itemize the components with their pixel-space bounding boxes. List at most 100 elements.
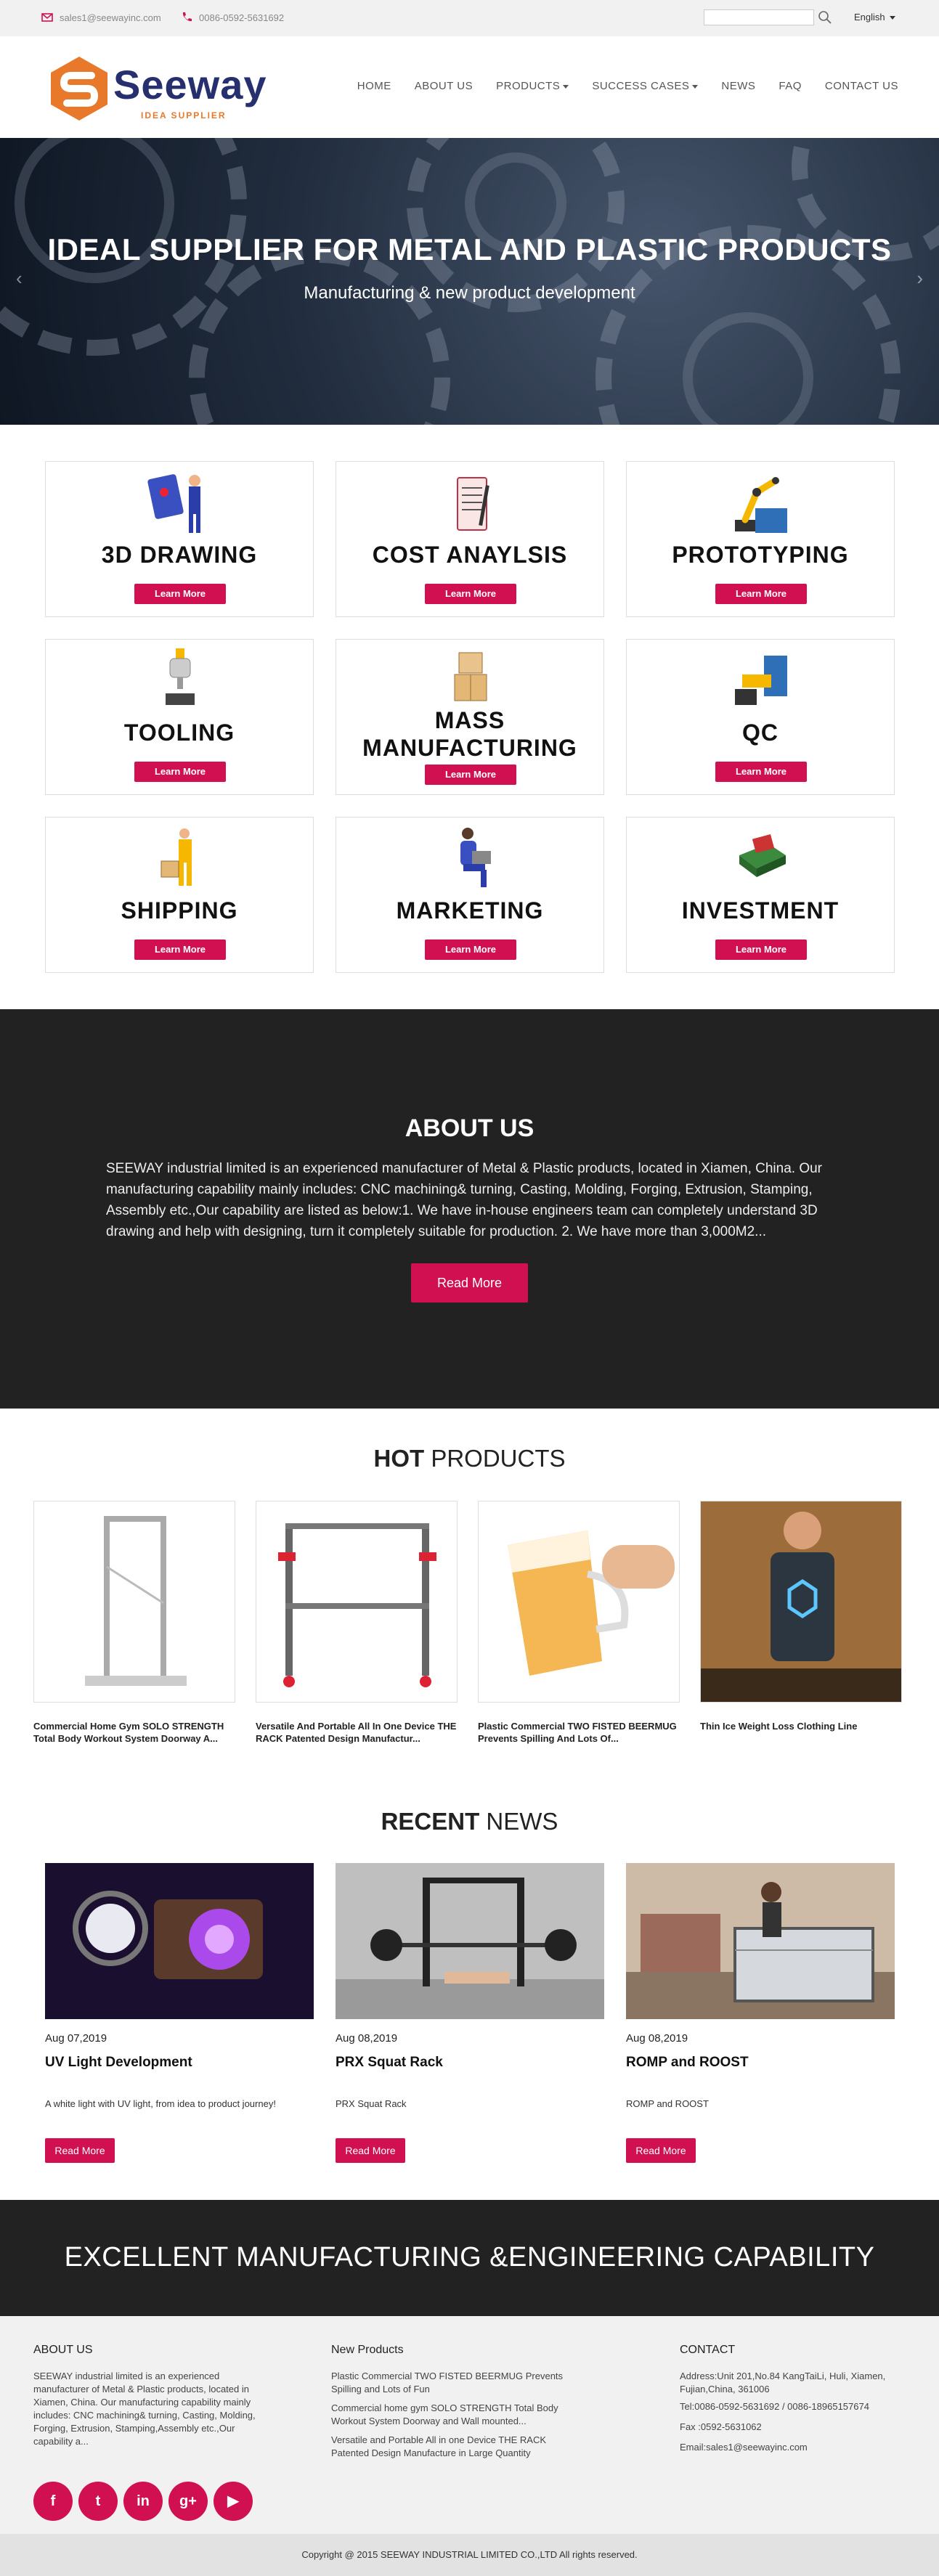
footer-about: ABOUT US SEEWAY industrial limited is an… — [33, 2344, 259, 2448]
about-read-more-button[interactable]: Read More — [411, 1263, 528, 1303]
learn-more-button[interactable]: Learn More — [425, 584, 516, 604]
news-date: Aug 08,2019 — [336, 2032, 398, 2045]
nav-home-label: HOME — [357, 80, 391, 92]
service-title: PROTOTYPING — [672, 542, 849, 568]
product-name[interactable]: Plastic Commercial TWO FISTED BEERMUG Pr… — [478, 1720, 680, 1745]
nav-success-cases[interactable]: SUCCESS CASES — [580, 71, 710, 101]
product-card[interactable]: Plastic Commercial TWO FISTED BEERMUG Pr… — [478, 1501, 680, 1745]
service-title: COST ANAYLSIS — [372, 542, 568, 568]
home-gym-image — [85, 1516, 187, 1686]
search-input[interactable] — [704, 9, 814, 25]
site-logo[interactable]: Seeway IDEA SUPPLIER — [49, 52, 267, 125]
news-image[interactable] — [45, 1863, 314, 2019]
learn-more-button[interactable]: Learn More — [134, 939, 226, 960]
beer-mug-image — [508, 1530, 675, 1676]
learn-more-button[interactable]: Learn More — [425, 939, 516, 960]
capability-banner-text: EXCELLENT MANUFACTURING &ENGINEERING CAP… — [64, 2242, 875, 2273]
hero-next-arrow[interactable]: › — [916, 267, 923, 290]
rack-image — [278, 1523, 436, 1687]
youtube-icon[interactable]: ▶ — [214, 2482, 253, 2521]
learn-more-button[interactable]: Learn More — [134, 762, 226, 782]
news-title[interactable]: UV Light Development — [45, 2055, 314, 2071]
squat-rack-image — [336, 1863, 604, 2019]
about-section: ABOUT US SEEWAY industrial limited is an… — [0, 1009, 939, 1409]
learn-more-button[interactable]: Learn More — [715, 584, 807, 604]
service-card[interactable]: COST ANAYLSIS Learn More — [336, 461, 604, 617]
service-title: INVESTMENT — [681, 897, 840, 924]
learn-more-button[interactable]: Learn More — [134, 584, 226, 604]
nav-faq[interactable]: FAQ — [767, 71, 813, 101]
twitter-icon[interactable]: t — [78, 2482, 118, 2521]
service-card[interactable]: SHIPPING Learn More — [45, 817, 314, 973]
news-card: Aug 08,2019 PRX Squat Rack PRX Squat Rac… — [336, 1863, 604, 2163]
footer-product-link[interactable]: Versatile and Portable All in one Device… — [331, 2434, 564, 2460]
product-image[interactable] — [33, 1501, 235, 1703]
learn-more-button[interactable]: Learn More — [715, 939, 807, 960]
service-card[interactable]: 3D DRAWING Learn More — [45, 461, 314, 617]
facebook-icon[interactable]: f — [33, 2482, 73, 2521]
site-header: Seeway IDEA SUPPLIER HOME ABOUT US PRODU… — [0, 36, 939, 138]
product-card[interactable]: Thin Ice Weight Loss Clothing Line — [700, 1501, 902, 1732]
news-image[interactable] — [336, 1863, 604, 2019]
product-card[interactable]: Commercial Home Gym SOLO STRENGTH Total … — [33, 1501, 235, 1745]
product-image[interactable] — [256, 1501, 458, 1703]
top-phone[interactable]: 0086-0592-5631692 — [180, 11, 284, 24]
nav-about-us[interactable]: ABOUT US — [403, 71, 484, 101]
footer-product-link[interactable]: Plastic Commercial TWO FISTED BEERMUG Pr… — [331, 2370, 564, 2396]
product-card[interactable]: Versatile And Portable All In One Device… — [256, 1501, 458, 1745]
product-name[interactable]: Thin Ice Weight Loss Clothing Line — [700, 1720, 902, 1732]
top-email[interactable]: sales1@seewayinc.com — [41, 11, 161, 24]
nav-news-label: NEWS — [721, 80, 756, 92]
product-image[interactable] — [478, 1501, 680, 1703]
product-name[interactable]: Commercial Home Gym SOLO STRENGTH Total … — [33, 1720, 235, 1745]
service-card[interactable]: INVESTMENT Learn More — [626, 817, 895, 973]
footer-address: Address:Unit 201,No.84 KangTaiLi, Huli, … — [680, 2371, 886, 2394]
nav-news[interactable]: NEWS — [710, 71, 767, 101]
service-card[interactable]: PROTOTYPING Learn More — [626, 461, 895, 617]
footer-email[interactable]: Email:sales1@seewayinc.com — [680, 2441, 912, 2454]
news-title[interactable]: ROMP and ROOST — [626, 2055, 895, 2071]
about-title: ABOUT US — [405, 1114, 534, 1142]
language-selector[interactable]: English — [854, 12, 895, 23]
service-title: 3D DRAWING — [101, 542, 258, 568]
learn-more-button[interactable]: Learn More — [425, 765, 516, 785]
search-icon[interactable] — [817, 9, 833, 25]
news-read-more-button[interactable]: Read More — [626, 2138, 696, 2163]
robot-arm-icon — [735, 477, 787, 533]
learn-more-button[interactable]: Learn More — [715, 762, 807, 782]
linkedin-icon[interactable]: in — [123, 2482, 163, 2521]
recent-news-title: RECENT NEWS — [0, 1808, 939, 1835]
main-nav: HOME ABOUT US PRODUCTS SUCCESS CASES NEW… — [346, 71, 910, 101]
news-read-more-button[interactable]: Read More — [336, 2138, 405, 2163]
news-desc: A white light with UV light, from idea t… — [45, 2098, 276, 2109]
nav-faq-label: FAQ — [779, 80, 802, 92]
product-image[interactable] — [700, 1501, 902, 1703]
nav-contact-us[interactable]: CONTACT US — [813, 71, 910, 101]
boxes-icon — [454, 652, 487, 701]
footer-product-link[interactable]: Commercial home gym SOLO STRENGTH Total … — [331, 2402, 564, 2428]
product-name[interactable]: Versatile And Portable All In One Device… — [256, 1720, 458, 1745]
footer-fax: Fax :0592-5631062 — [680, 2421, 762, 2432]
service-card[interactable]: MASS MANUFACTURING Learn More — [336, 639, 604, 795]
footer-about-text: SEEWAY industrial limited is an experien… — [33, 2371, 256, 2447]
recent-news-title-rest: NEWS — [479, 1808, 558, 1835]
news-title[interactable]: PRX Squat Rack — [336, 2055, 604, 2071]
hero-prev-arrow[interactable]: ‹ — [16, 267, 23, 290]
news-image[interactable] — [626, 1863, 895, 2019]
news-read-more-button[interactable]: Read More — [45, 2138, 115, 2163]
laptop-user-icon — [460, 828, 491, 887]
service-card[interactable]: QC Learn More — [626, 639, 895, 795]
service-card[interactable]: TOOLING Learn More — [45, 639, 314, 795]
news-date: Aug 08,2019 — [626, 2032, 688, 2045]
copyright-bar: Copyright @ 2015 SEEWAY INDUSTRIAL LIMIT… — [0, 2534, 939, 2576]
news-desc: PRX Squat Rack — [336, 2098, 407, 2109]
nav-home[interactable]: HOME — [346, 71, 403, 101]
service-card[interactable]: MARKETING Learn More — [336, 817, 604, 973]
nav-products[interactable]: PRODUCTS — [484, 71, 580, 101]
service-title: QC — [742, 720, 779, 746]
capability-banner: EXCELLENT MANUFACTURING &ENGINEERING CAP… — [0, 2200, 939, 2316]
nav-products-label: PRODUCTS — [496, 80, 561, 92]
google-plus-icon[interactable]: g+ — [168, 2482, 208, 2521]
money-stack-icon — [739, 833, 786, 877]
top-phone-text: 0086-0592-5631692 — [199, 12, 285, 23]
